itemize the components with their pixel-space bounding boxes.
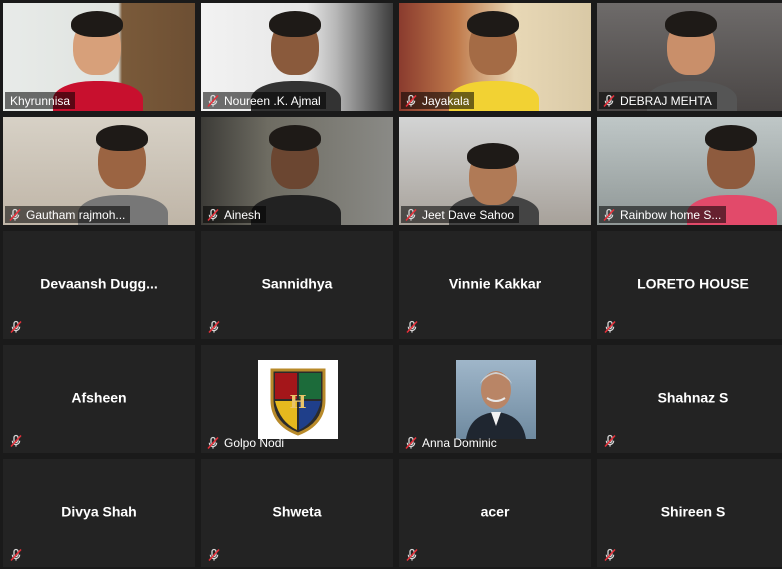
svg-text:H: H xyxy=(289,392,306,413)
muted-mic-icon xyxy=(404,94,418,108)
muted-mic-icon xyxy=(207,320,221,334)
participant-name-label: Jayakala xyxy=(401,92,475,109)
muted-mic-icon xyxy=(206,208,220,222)
participant-tile[interactable]: Jayakala xyxy=(399,3,591,111)
muted-mic-icon xyxy=(603,320,617,334)
muted-mic-icon xyxy=(206,436,220,450)
muted-mic-icon xyxy=(9,320,23,334)
participant-name-label: DEBRAJ MEHTA xyxy=(599,92,717,109)
muted-mic-icon xyxy=(404,208,418,222)
participant-tile[interactable]: Khyrunnisa xyxy=(3,3,195,111)
participant-tile[interactable]: Ainesh xyxy=(201,117,393,225)
crest-avatar: H xyxy=(258,360,338,439)
participant-name-label: Jeet Dave Sahoo xyxy=(401,206,520,223)
participant-tile[interactable]: Rainbow home S... xyxy=(597,117,782,225)
participant-name: Ainesh xyxy=(224,207,261,222)
participant-tile[interactable]: DEBRAJ MEHTA xyxy=(597,3,782,111)
participant-name: LORETO HOUSE xyxy=(637,275,749,292)
participant-tile[interactable]: Anna Dominic xyxy=(399,345,591,453)
participant-name-label: Anna Dominic xyxy=(401,434,502,451)
participant-name: Sannidhya xyxy=(261,275,333,292)
participant-name-label: Khyrunnisa xyxy=(5,92,76,109)
participant-tile[interactable]: Shweta xyxy=(201,459,393,567)
participant-tile[interactable]: Devaansh Dugg... xyxy=(3,231,195,339)
muted-mic-icon xyxy=(602,94,616,108)
participant-tile[interactable]: H Golpo Nodi xyxy=(201,345,393,453)
participant-name: Divya Shah xyxy=(61,503,137,520)
muted-mic-icon xyxy=(207,548,221,562)
participant-tile[interactable]: Gautham rajmoh... xyxy=(3,117,195,225)
participant-name-label: Rainbow home S... xyxy=(599,206,727,223)
participant-name-label: Noureen .K. Ajmal xyxy=(203,92,326,109)
participant-tile[interactable]: Afsheen xyxy=(3,345,195,453)
participant-tile[interactable]: Jeet Dave Sahoo xyxy=(399,117,591,225)
participant-name: Jayakala xyxy=(422,93,470,108)
participant-name: Jeet Dave Sahoo xyxy=(422,207,515,222)
photo-avatar xyxy=(456,360,536,439)
participant-name: Golpo Nodi xyxy=(224,435,285,450)
participant-name: Shahnaz S xyxy=(657,389,729,406)
participant-tile[interactable]: Vinnie Kakkar xyxy=(399,231,591,339)
muted-mic-icon xyxy=(404,436,418,450)
participant-name: Shireen S xyxy=(660,503,726,520)
participant-name: Khyrunnisa xyxy=(10,93,71,108)
participant-name: Devaansh Dugg... xyxy=(40,275,158,292)
muted-mic-icon xyxy=(8,208,22,222)
muted-mic-icon xyxy=(602,208,616,222)
participant-name: Shweta xyxy=(272,503,322,520)
participant-tile[interactable]: Shireen S xyxy=(597,459,782,567)
muted-mic-icon xyxy=(9,548,23,562)
participant-tile[interactable]: LORETO HOUSE xyxy=(597,231,782,339)
participant-name: Noureen .K. Ajmal xyxy=(224,93,321,108)
participant-name-label: Gautham rajmoh... xyxy=(5,206,131,223)
participant-name: acer xyxy=(480,503,510,520)
gallery-view: Khyrunnisa Noureen .K. Ajmal Jayakala DEBRA… xyxy=(0,0,782,569)
muted-mic-icon xyxy=(206,94,220,108)
participant-tile[interactable]: acer xyxy=(399,459,591,567)
participant-tile[interactable]: Shahnaz S xyxy=(597,345,782,453)
muted-mic-icon xyxy=(9,434,23,448)
participant-name: Rainbow home S... xyxy=(620,207,722,222)
participant-name-label: Ainesh xyxy=(203,206,266,223)
muted-mic-icon xyxy=(405,320,419,334)
participant-name: Vinnie Kakkar xyxy=(448,275,542,292)
participant-tile[interactable]: Sannidhya xyxy=(201,231,393,339)
muted-mic-icon xyxy=(603,434,617,448)
participant-name: Gautham rajmoh... xyxy=(26,207,126,222)
muted-mic-icon xyxy=(405,548,419,562)
participant-name: Anna Dominic xyxy=(422,435,497,450)
participant-name: DEBRAJ MEHTA xyxy=(620,93,712,108)
muted-mic-icon xyxy=(603,548,617,562)
participant-tile[interactable]: Divya Shah xyxy=(3,459,195,567)
participant-name: Afsheen xyxy=(71,389,127,406)
participant-name-label: Golpo Nodi xyxy=(203,434,289,451)
participant-tile[interactable]: Noureen .K. Ajmal xyxy=(201,3,393,111)
